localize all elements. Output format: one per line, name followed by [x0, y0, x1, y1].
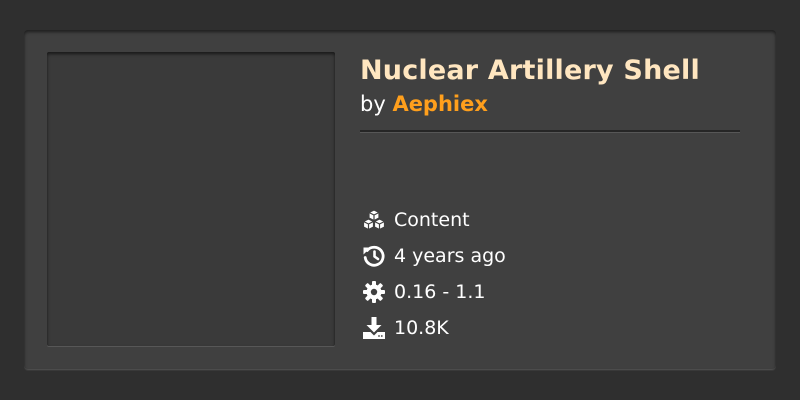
mod-thumbnail[interactable] — [47, 52, 335, 346]
meta-category-label: Content — [394, 209, 470, 231]
mod-byline: by Aephiex — [360, 90, 488, 118]
download-icon — [362, 315, 388, 341]
meta-category: Content — [362, 207, 470, 233]
mod-title[interactable]: Nuclear Artillery Shell — [360, 54, 700, 88]
author-link[interactable]: Aephiex — [392, 92, 487, 116]
meta-updated-label: 4 years ago — [394, 245, 506, 267]
meta-downloads-label: 10.8K — [394, 317, 449, 339]
cubes-icon — [362, 207, 388, 233]
mod-card-frame: Nuclear Artillery Shell by Aephiex Conte… — [0, 0, 800, 400]
history-icon — [362, 243, 388, 269]
meta-version: 0.16 - 1.1 — [362, 279, 485, 305]
gear-icon — [362, 279, 388, 305]
mod-card[interactable]: Nuclear Artillery Shell by Aephiex Conte… — [24, 30, 776, 370]
meta-version-label: 0.16 - 1.1 — [394, 281, 486, 303]
byline-prefix: by — [360, 92, 393, 116]
meta-updated: 4 years ago — [362, 243, 506, 269]
meta-downloads: 10.8K — [362, 315, 449, 341]
title-divider — [360, 130, 740, 132]
